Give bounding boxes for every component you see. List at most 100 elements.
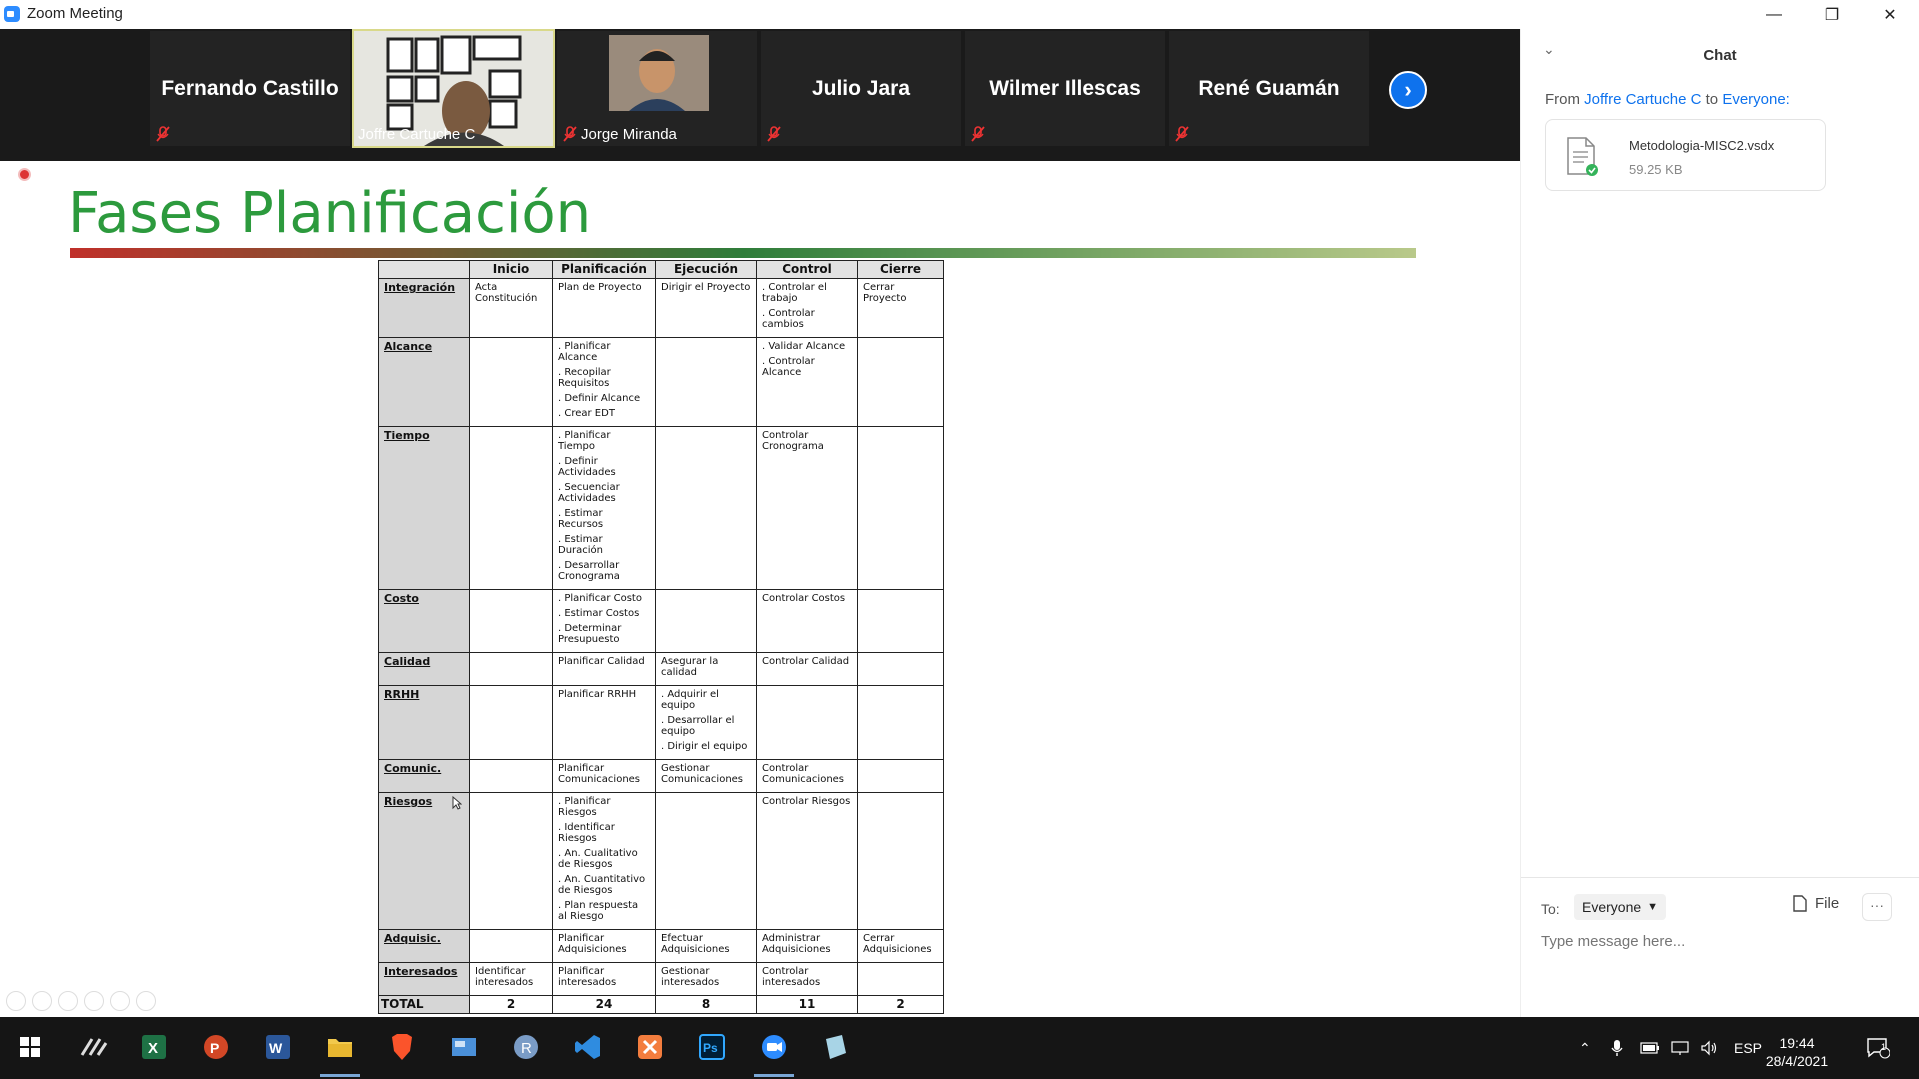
cell-text: . Identificar Riesgos [558, 822, 615, 845]
table-cell: Controlar Riesgos [756, 792, 858, 931]
table-row: Integración Acta Constitución Plan de Proy… [378, 278, 944, 339]
table-cell: Cerrar Proyecto [857, 278, 944, 339]
cell-text: . Planificar Tiempo [558, 430, 611, 453]
table-cell [857, 426, 944, 591]
table-cell: . Planificar Tiempo . Definir Actividades… [552, 426, 656, 591]
recipient-name-link[interactable]: Everyone: [1722, 91, 1790, 108]
row-header-cell: Calidad [378, 652, 470, 687]
file-explorer-icon[interactable] [320, 1027, 360, 1077]
svg-text:X: X [148, 1040, 158, 1057]
notification-center-button[interactable]: 1 [1866, 1017, 1890, 1079]
zoom-icon[interactable] [110, 991, 130, 1011]
table-row: RRHH Planificar RRHH . Adquirir el equipo.… [378, 685, 944, 761]
table-cell: Gestionar Comunicaciones [655, 759, 757, 794]
cell-text: . Validar Alcance [762, 341, 846, 353]
mouse-cursor-icon [452, 796, 462, 810]
document-file-icon [1567, 137, 1598, 176]
table-cell: Acta Constitución [469, 278, 553, 339]
input-language-indicator[interactable]: ESP [1734, 1017, 1762, 1079]
r-app-icon[interactable]: R [506, 1027, 546, 1067]
chevron-down-icon: ▼ [1647, 901, 1659, 913]
next-participants-button[interactable]: › [1389, 71, 1427, 109]
network-icon[interactable] [1670, 1017, 1690, 1079]
table-cell [655, 337, 757, 428]
windows-taskbar: X P W R Ps ⌃ ESP 19:44 28/4/2021 1 [0, 1017, 1919, 1079]
volume-icon[interactable] [1700, 1017, 1718, 1079]
sender-name-link[interactable]: Joffre Cartuche C [1584, 91, 1701, 108]
total-label: TOTAL [378, 995, 470, 1015]
table-cell [857, 792, 944, 931]
photoshop-icon[interactable]: Ps [692, 1027, 732, 1067]
table-cell [469, 685, 553, 761]
clock-time: 19:44 [1779, 1035, 1815, 1051]
cell-text: Planificar Comunicaciones [558, 763, 641, 786]
table-cell [469, 792, 553, 931]
zoom-window: Zoom Meeting — ❐ ✕ Fernando Castillo Jof… [0, 0, 1919, 1079]
windows-start-icon[interactable] [10, 1027, 50, 1067]
table-header-cell: Inicio [469, 259, 553, 280]
cell-text: Identificar interesados [475, 966, 534, 989]
cell-text: Controlar Calidad [762, 656, 850, 668]
participant-tile-active-speaker[interactable]: Joffre Cartuche C [352, 29, 555, 148]
more-options-button[interactable]: ··· [1862, 893, 1892, 921]
battery-icon[interactable] [1640, 1017, 1660, 1079]
phases-table: Inicio Planificación Ejecución Control C… [378, 259, 944, 1015]
cell-text: . Definir Actividades [558, 456, 616, 479]
participant-tile[interactable]: Fernando Castillo [150, 31, 350, 146]
excel-icon[interactable]: X [134, 1027, 174, 1067]
cell-text: . Planificar Riesgos [558, 796, 611, 819]
next-icon[interactable] [32, 991, 52, 1011]
row-header-cell: Comunic. [378, 759, 470, 794]
powerpoint-icon[interactable]: P [196, 1027, 236, 1067]
xampp-icon[interactable] [630, 1027, 670, 1067]
pen-icon[interactable] [58, 991, 78, 1011]
table-cell [469, 929, 553, 964]
chat-message-input[interactable] [1541, 933, 1901, 950]
table-body: Integración Acta Constitución Plan de Proy… [378, 278, 944, 1015]
table-cell: Administrar Adquisiciones [756, 929, 858, 964]
cell-text: . Definir Alcance [558, 393, 641, 405]
table-row: Adquisic. Planificar Adquisiciones Efectua… [378, 929, 944, 964]
recipient-dropdown[interactable]: Everyone ▼ [1574, 894, 1667, 920]
cell-text: Administrar Adquisiciones [762, 933, 831, 956]
zoom-app-icon [4, 6, 20, 22]
close-button[interactable]: ✕ [1861, 0, 1919, 29]
cell-text: . Planificar Costo [558, 593, 642, 605]
row-header-cell: RRHH [378, 685, 470, 761]
zoom-taskbar-icon[interactable] [754, 1027, 794, 1077]
participant-tile[interactable]: Jorge Miranda [557, 31, 757, 146]
send-file-button[interactable]: File [1793, 895, 1839, 912]
word-icon[interactable]: W [258, 1027, 298, 1067]
taskbar-clock[interactable]: 19:44 28/4/2021 [1762, 1034, 1832, 1070]
copy-icon[interactable] [84, 991, 104, 1011]
cell-text: . An. Cuantitativo de Riesgos [558, 874, 646, 897]
previous-icon[interactable] [6, 991, 26, 1011]
control-panel-icon[interactable] [444, 1027, 484, 1067]
minimize-button[interactable]: — [1745, 0, 1803, 29]
show-hidden-icons-chevron-icon[interactable]: ⌃ [1579, 1017, 1591, 1079]
vscode-icon[interactable] [568, 1027, 608, 1067]
table-cell: . Planificar Riesgos . Identificar Riesgo… [552, 792, 656, 931]
cell-text: . An. Cualitativo de Riesgos [558, 848, 638, 871]
notes-app-icon[interactable] [74, 1027, 114, 1067]
cell-text: . Estimar Recursos [558, 508, 604, 531]
table-cell [857, 337, 944, 428]
participant-name: Julio Jara [811, 77, 911, 100]
table-header-row: Inicio Planificación Ejecución Control C… [378, 259, 944, 280]
total-value: 11 [756, 995, 858, 1015]
participant-tile[interactable]: René Guamán [1169, 31, 1369, 146]
window-title: Zoom Meeting [27, 5, 123, 22]
cell-text: Controlar Comunicaciones [762, 763, 845, 786]
brave-browser-icon[interactable] [382, 1027, 422, 1067]
paint-app-icon[interactable] [816, 1027, 856, 1067]
table-cell [469, 426, 553, 591]
more-icon[interactable] [136, 991, 156, 1011]
participant-tile[interactable]: Wilmer Illescas [965, 31, 1165, 146]
microphone-icon[interactable] [1611, 1017, 1623, 1079]
restore-button[interactable]: ❐ [1803, 0, 1861, 29]
table-cell: Dirigir el Proyecto [655, 278, 757, 339]
participant-tile[interactable]: Julio Jara [761, 31, 961, 146]
table-cell [857, 962, 944, 997]
table-row: Alcance . Planificar Alcance . Recopilar R… [378, 337, 944, 428]
shared-file-card[interactable]: Metodologia-MISC2.vsdx 59.25 KB [1545, 119, 1826, 191]
